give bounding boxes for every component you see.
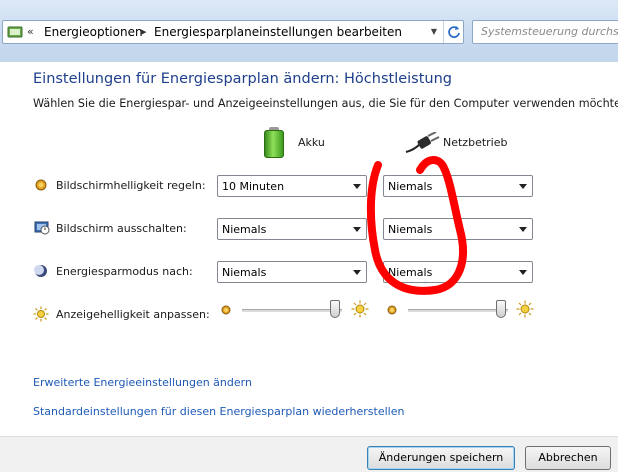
chevron-down-icon	[519, 270, 527, 275]
search-placeholder: Systemsteuerung durchsuc	[481, 25, 618, 38]
sleep-battery-value: Niemals	[222, 266, 267, 279]
breadcrumb-separator-icon[interactable]: ▸	[141, 25, 147, 38]
chevron-down-icon	[519, 227, 527, 232]
dim-plugged-in-value: Niemals	[388, 180, 433, 193]
cancel-button[interactable]: Abbrechen	[525, 446, 611, 470]
refresh-icon[interactable]	[443, 21, 463, 43]
address-bar[interactable]: « Energieoptionen ▸ Energiesparplaneinst…	[2, 20, 464, 44]
advanced-settings-link[interactable]: Erweiterte Energieeinstellungen ändern	[33, 376, 252, 389]
control-panel-icon	[7, 24, 23, 43]
setting-label-dim: Bildschirmhelligkeit regeln:	[56, 179, 206, 192]
brightness-sun-icon	[33, 306, 49, 322]
setting-label-sleep: Energiesparmodus nach:	[56, 265, 193, 278]
power-plug-icon	[404, 131, 440, 157]
dim-plugged-in-select[interactable]: Niemals	[383, 175, 533, 197]
save-changes-button[interactable]: Änderungen speichern	[367, 446, 515, 470]
battery-icon	[263, 127, 285, 159]
dim-battery-value: 10 Minuten	[222, 180, 285, 193]
search-input[interactable]: Systemsteuerung durchsuc	[472, 20, 618, 44]
brightness-plugged-in-slider-thumb[interactable]	[496, 300, 506, 318]
display-off-plugged-in-select[interactable]: Niemals	[383, 218, 533, 240]
brightness-battery-slider-thumb[interactable]	[330, 300, 340, 318]
display-off-battery-select[interactable]: Niemals	[217, 218, 367, 240]
moon-icon	[34, 264, 48, 278]
page-title: Einstellungen für Energiesparplan ändern…	[33, 71, 452, 87]
address-dropdown-icon[interactable]: ▼	[427, 21, 441, 43]
nav-back-marker[interactable]: «	[27, 25, 34, 38]
dim-battery-select[interactable]: 10 Minuten	[217, 175, 367, 197]
restore-defaults-link[interactable]: Standardeinstellungen für diesen Energie…	[33, 405, 404, 418]
monitor-clock-icon	[34, 221, 50, 235]
brightness-plugged-in-track[interactable]	[408, 309, 508, 312]
sleep-battery-select[interactable]: Niemals	[217, 261, 367, 283]
brightness-dim-icon	[34, 178, 48, 192]
brightness-low-icon	[385, 303, 399, 317]
column-header-plugged-in: Netzbetrieb	[443, 136, 508, 149]
breadcrumb-energy-options[interactable]: Energieoptionen	[44, 25, 143, 39]
setting-label-display-off: Bildschirm ausschalten:	[56, 222, 187, 235]
address-bar-area: « Energieoptionen ▸ Energiesparplaneinst…	[0, 0, 618, 62]
brightness-battery-track[interactable]	[242, 309, 342, 312]
brightness-high-icon	[516, 300, 534, 318]
chevron-down-icon	[353, 270, 361, 275]
brightness-low-icon	[219, 303, 233, 317]
display-off-plugged-in-value: Niemals	[388, 223, 433, 236]
sleep-plugged-in-select[interactable]: Niemals	[383, 261, 533, 283]
display-off-battery-value: Niemals	[222, 223, 267, 236]
column-header-battery: Akku	[298, 136, 325, 149]
brightness-high-icon	[351, 300, 369, 318]
setting-label-brightness: Anzeigehelligkeit anpassen:	[56, 308, 210, 321]
chevron-down-icon	[353, 227, 361, 232]
chevron-down-icon	[519, 184, 527, 189]
sleep-plugged-in-value: Niemals	[388, 266, 433, 279]
page-subtitle: Wählen Sie die Energiespar- und Anzeigee…	[33, 97, 618, 110]
chevron-down-icon	[353, 184, 361, 189]
button-bar: Änderungen speichern Abbrechen	[0, 436, 618, 472]
breadcrumb-edit-plan[interactable]: Energiesparplaneinstellungen bearbeiten	[154, 25, 402, 39]
